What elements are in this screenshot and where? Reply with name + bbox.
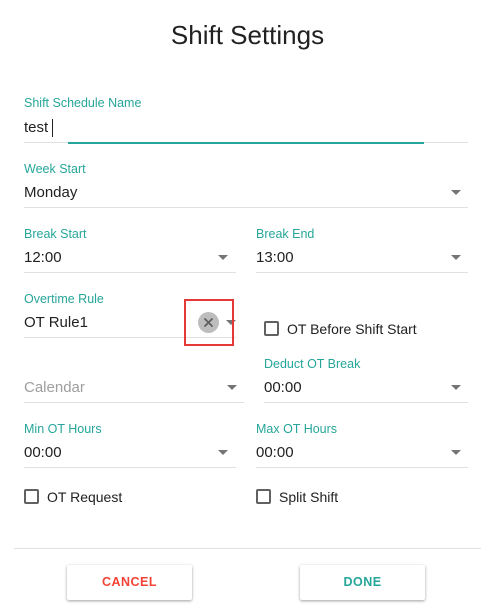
break-end-label: Break End (256, 227, 315, 241)
week-start-dropdown-icon[interactable] (451, 190, 461, 195)
min-ot-hours-label: Min OT Hours (24, 422, 102, 436)
footer-divider (14, 548, 481, 549)
break-start-select[interactable]: 12:00 (24, 249, 62, 266)
ot-request-checkbox[interactable] (24, 489, 39, 504)
max-ot-hours-dropdown-icon[interactable] (451, 450, 461, 455)
deduct-ot-break-select[interactable]: 00:00 (264, 379, 302, 396)
break-start-underline (24, 272, 236, 273)
close-icon[interactable] (198, 312, 219, 333)
break-end-select[interactable]: 13:00 (256, 249, 294, 266)
schedule-name-focus-line (68, 142, 424, 144)
calendar-underline (24, 402, 244, 403)
break-start-label: Break Start (24, 227, 87, 241)
break-end-underline (256, 272, 468, 273)
min-ot-hours-underline (24, 467, 236, 468)
schedule-name-label: Shift Schedule Name (24, 96, 142, 110)
split-shift-checkbox[interactable] (256, 489, 271, 504)
overtime-rule-label: Overtime Rule (24, 292, 104, 306)
week-start-underline (24, 207, 468, 208)
calendar-select[interactable]: Calendar (24, 379, 85, 396)
split-shift-label: Split Shift (279, 489, 339, 505)
schedule-name-input[interactable]: test (24, 119, 48, 136)
week-start-label: Week Start (24, 162, 86, 176)
week-start-select[interactable]: Monday (24, 184, 77, 201)
break-end-dropdown-icon[interactable] (451, 255, 461, 260)
min-ot-hours-dropdown-icon[interactable] (218, 450, 228, 455)
dialog-title: Shift Settings (170, 20, 325, 50)
deduct-ot-break-label: Deduct OT Break (264, 357, 361, 371)
calendar-dropdown-icon[interactable] (227, 385, 237, 390)
max-ot-hours-label: Max OT Hours (256, 422, 338, 436)
overtime-rule-select[interactable]: OT Rule1 (24, 314, 88, 331)
break-start-dropdown-icon[interactable] (218, 255, 228, 260)
done-button[interactable]: DONE (300, 565, 425, 600)
min-ot-hours-select[interactable]: 00:00 (24, 444, 62, 461)
ot-before-shift-start-checkbox[interactable] (264, 321, 279, 336)
max-ot-hours-select[interactable]: 00:00 (256, 444, 294, 461)
ot-request-label: OT Request (47, 489, 123, 505)
ot-before-shift-start-label: OT Before Shift Start (287, 321, 417, 337)
deduct-ot-break-dropdown-icon[interactable] (451, 385, 461, 390)
deduct-ot-break-underline (264, 402, 468, 403)
text-cursor (52, 119, 53, 137)
cancel-button[interactable]: CANCEL (67, 565, 192, 600)
max-ot-hours-underline (256, 467, 468, 468)
